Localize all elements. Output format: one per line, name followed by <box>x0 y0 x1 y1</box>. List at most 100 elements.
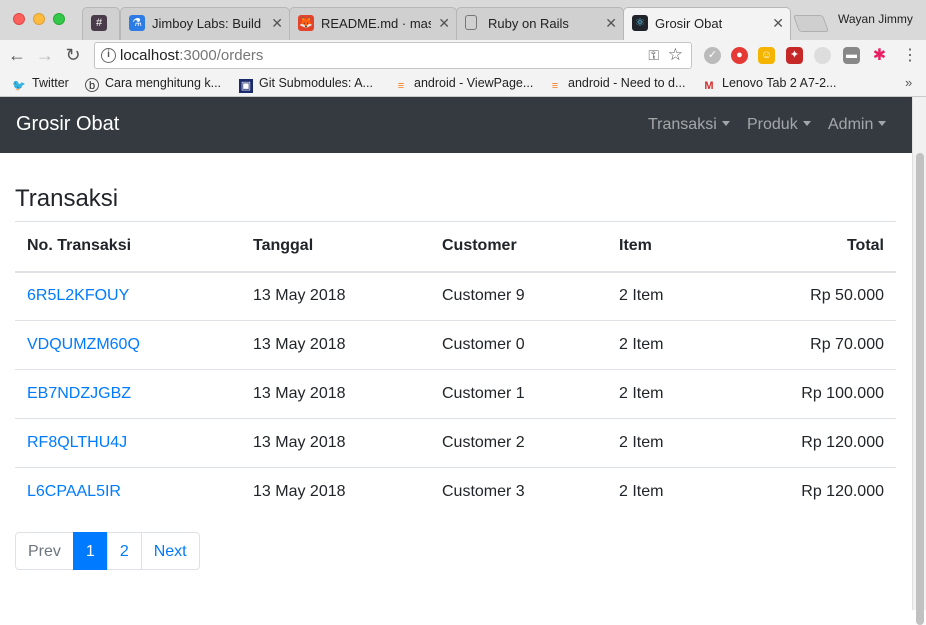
order-items: 2 Item <box>607 320 757 370</box>
table-row: L6CPAAL5IR 13 May 2018 Customer 3 2 Item… <box>15 467 896 517</box>
bookmarks-bar: 🐦 Twitter b Cara menghitung k... ▣ Git Subm… <box>0 72 926 97</box>
close-icon[interactable]: ✕ <box>772 15 784 32</box>
bookmark-item[interactable]: ▣ Git Submodules: A... <box>239 76 373 93</box>
extension-icon[interactable]: ✓ <box>704 47 721 64</box>
order-items: 2 Item <box>607 369 757 419</box>
page-1-button[interactable]: 1 <box>72 532 108 570</box>
back-arrow-icon[interactable]: ← <box>6 44 28 66</box>
nav-item-produk[interactable]: Produk <box>747 116 811 134</box>
maximize-window-button[interactable] <box>53 13 65 25</box>
key-icon[interactable]: ⚿ <box>648 47 659 64</box>
scrollbar-thumb[interactable] <box>916 153 924 625</box>
browser-toolbar: ← → ↻ i localhost:3000/orders ⚿ ☆ ✓ ● ☺ … <box>0 40 926 72</box>
bookmark-item[interactable]: 🐦 Twitter <box>12 76 69 93</box>
stackoverflow-icon: ≡ <box>551 80 559 92</box>
twitter-icon: 🐦 <box>12 80 26 92</box>
forward-arrow-icon[interactable]: → <box>34 44 56 66</box>
bookmark-item[interactable]: ≡ android - Need to d... <box>548 76 686 93</box>
slack-icon: # <box>91 15 107 31</box>
bookmark-label: Twitter <box>32 76 69 90</box>
nav-label: Transaksi <box>648 116 717 133</box>
order-id-link[interactable]: RF8QLTHU4J <box>27 434 127 451</box>
table-header-row: No. Transaksi Tanggal Customer Item Tota… <box>15 221 896 273</box>
page-2-button[interactable]: 2 <box>106 532 142 570</box>
orders-table: No. Transaksi Tanggal Customer Item Tota… <box>15 221 896 517</box>
order-items: 2 Item <box>607 271 757 321</box>
extension-icon[interactable]: ● <box>731 47 748 64</box>
column-header: Total <box>757 221 896 273</box>
order-customer: Customer 2 <box>430 418 607 468</box>
order-items: 2 Item <box>607 467 757 517</box>
extension-icon[interactable]: ✦ <box>786 47 803 64</box>
bookmark-icon: ▣ <box>239 79 253 93</box>
app-navbar: Grosir Obat Transaksi Produk Admin <box>0 97 912 153</box>
close-icon[interactable]: ✕ <box>271 15 283 32</box>
column-header: No. Transaksi <box>15 221 241 273</box>
browser-tab-jimboy[interactable]: ⚗ Jimboy Labs: Build S ✕ <box>120 7 290 40</box>
order-customer: Customer 9 <box>430 271 607 321</box>
more-menu-icon[interactable]: ⋮ <box>902 45 918 65</box>
gitlab-icon: 🦊 <box>298 15 314 31</box>
order-customer: Customer 0 <box>430 320 607 370</box>
order-total: Rp 120.000 <box>757 418 896 468</box>
next-page-button[interactable]: Next <box>140 532 200 570</box>
bookmark-label: android - Need to d... <box>568 76 686 90</box>
bookmark-icon: b <box>85 78 99 92</box>
browser-tab-grosir-obat[interactable]: ⚛ Grosir Obat ✕ <box>623 7 791 41</box>
bookmark-item[interactable]: b Cara menghitung k... <box>85 76 221 92</box>
bookmark-icon: M <box>704 80 714 92</box>
page-scrollbar[interactable] <box>912 97 926 625</box>
url-path: :3000/orders <box>179 47 264 64</box>
nav-item-admin[interactable]: Admin <box>828 116 887 134</box>
extension-icon[interactable]: ✱ <box>871 47 888 64</box>
reload-icon[interactable]: ↻ <box>62 44 84 66</box>
nav-label: Admin <box>828 116 874 133</box>
address-bar[interactable]: i localhost:3000/orders ⚿ ☆ <box>94 42 692 69</box>
page-title: Transaksi <box>15 185 119 212</box>
tab-label: Grosir Obat <box>655 16 723 31</box>
order-date: 13 May 2018 <box>241 271 430 321</box>
extension-icon[interactable]: ▬ <box>843 47 860 64</box>
chevron-right-icon[interactable]: » <box>905 75 912 90</box>
order-date: 13 May 2018 <box>241 467 430 517</box>
navbar-brand[interactable]: Grosir Obat <box>16 113 119 136</box>
prev-page-button[interactable]: Prev <box>15 532 74 570</box>
close-icon[interactable]: ✕ <box>605 15 617 32</box>
order-date: 13 May 2018 <box>241 320 430 370</box>
bookmark-label: Lenovo Tab 2 A7-2... <box>722 76 837 90</box>
column-header: Tanggal <box>241 221 430 273</box>
extension-icon[interactable] <box>814 47 831 64</box>
extension-icon[interactable]: ☺ <box>758 47 775 64</box>
browser-tab-slack[interactable]: # <box>82 7 120 40</box>
order-id-link[interactable]: L6CPAAL5IR <box>27 483 121 500</box>
info-icon[interactable]: i <box>101 48 116 63</box>
bookmark-item[interactable]: M Lenovo Tab 2 A7-2... <box>702 76 836 93</box>
bookmark-item[interactable]: ≡ android - ViewPage... <box>394 76 534 93</box>
minimize-window-button[interactable] <box>33 13 45 25</box>
order-total: Rp 100.000 <box>757 369 896 419</box>
order-date: 13 May 2018 <box>241 418 430 468</box>
close-icon[interactable]: ✕ <box>438 15 450 32</box>
order-id-link[interactable]: 6R5L2KFOUY <box>27 287 129 304</box>
document-icon <box>465 15 477 30</box>
order-id-link[interactable]: EB7NDZJGBZ <box>27 385 131 402</box>
order-id-link[interactable]: VDQUMZM60Q <box>27 336 140 353</box>
new-tab-button[interactable] <box>792 15 830 32</box>
tab-label: Ruby on Rails <box>488 16 569 31</box>
column-header: Customer <box>430 221 607 273</box>
close-window-button[interactable] <box>13 13 25 25</box>
tab-strip: # ⚗ Jimboy Labs: Build S ✕ 🦊 README.md ·… <box>0 0 926 41</box>
bookmark-label: android - ViewPage... <box>414 76 534 90</box>
react-icon: ⚛ <box>632 15 648 31</box>
star-icon[interactable]: ☆ <box>668 45 683 65</box>
nav-item-transaksi[interactable]: Transaksi <box>648 116 730 134</box>
column-header: Item <box>607 221 757 273</box>
browser-tab-readme[interactable]: 🦊 README.md · maste ✕ <box>289 7 457 40</box>
browser-tab-rails[interactable]: Ruby on Rails ✕ <box>456 7 624 40</box>
order-customer: Customer 1 <box>430 369 607 419</box>
profile-name[interactable]: Wayan Jimmy <box>838 12 913 26</box>
url-text[interactable]: localhost:3000/orders <box>120 47 263 64</box>
caret-down-icon <box>721 121 730 126</box>
order-total: Rp 50.000 <box>757 271 896 321</box>
url-host: localhost <box>120 47 180 64</box>
